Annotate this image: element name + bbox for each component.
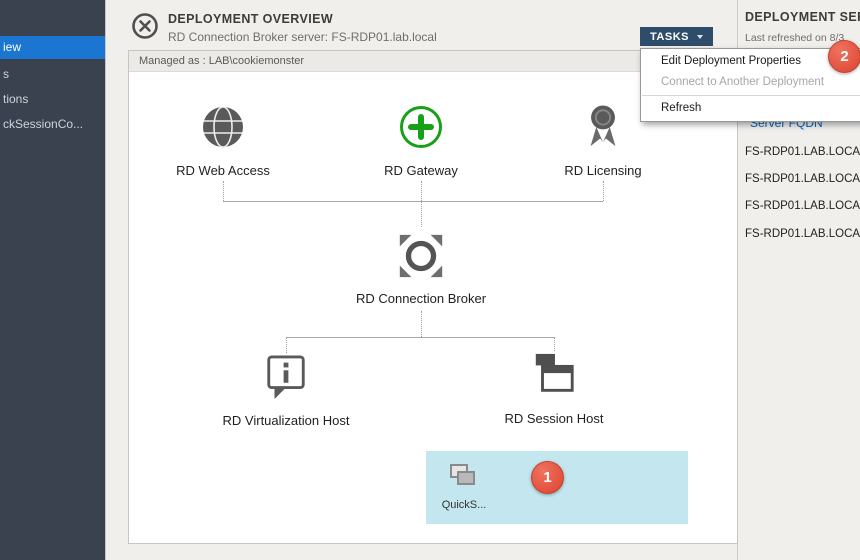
deployment-diagram-panel: Managed as : LAB\cookiemonster RD Web Ac… (128, 50, 738, 544)
sidebar-item-label: tions (3, 92, 28, 106)
connector-line (223, 181, 224, 201)
tasks-button[interactable]: TASKS (640, 27, 713, 46)
page-subtitle: RD Connection Broker server: FS-RDP01.la… (168, 30, 437, 44)
node-rd-gateway[interactable]: RD Gateway (341, 103, 501, 178)
node-rd-web-access[interactable]: RD Web Access (143, 103, 303, 178)
globe-icon (143, 103, 303, 151)
connector-line (286, 337, 287, 353)
tasks-menu: Edit Deployment Properties Connect to An… (640, 48, 860, 122)
deployment-overview-icon (131, 12, 159, 40)
connector-line (603, 181, 604, 201)
node-label: RD Web Access (143, 163, 303, 178)
sidebar-item-servers[interactable]: s (0, 64, 105, 85)
annotation-badge-1: 1 (531, 461, 564, 494)
page-title: DEPLOYMENT OVERVIEW (168, 12, 333, 26)
deployment-servers-title: DEPLOYMENT SERVERS (745, 10, 860, 24)
menu-separator (642, 95, 860, 96)
rds-left-nav: iew s tions ckSessionCo... (0, 0, 105, 560)
node-rd-virtualization-host[interactable]: RD Virtualization Host (206, 353, 366, 428)
connector-line (421, 201, 422, 227)
node-label: RD Virtualization Host (206, 413, 366, 428)
node-label: RD Connection Broker (341, 291, 501, 306)
collection-windows-icon (448, 461, 478, 491)
collection-label: QuickS... (434, 499, 494, 511)
add-plus-icon (341, 103, 501, 151)
node-label: RD Licensing (523, 163, 683, 178)
connector-line (554, 337, 555, 351)
node-label: RD Session Host (474, 411, 634, 426)
sidebar-item-label: ckSessionCo... (3, 117, 83, 131)
node-rd-session-host[interactable]: RD Session Host (474, 351, 634, 426)
connection-broker-icon (341, 229, 501, 283)
chevron-down-icon (697, 35, 703, 39)
sidebar-item-label: s (3, 67, 9, 81)
connector-line (223, 201, 603, 202)
connector-line (286, 337, 554, 338)
sidebar-divider (105, 0, 106, 560)
connector-line (421, 311, 422, 337)
server-manager-rds-screen: iew s tions ckSessionCo... DEPLOYMENT OV… (0, 0, 860, 560)
node-rd-connection-broker[interactable]: RD Connection Broker (341, 229, 501, 306)
menu-item-connect-to-another-deployment: Connect to Another Deployment (641, 72, 860, 93)
server-row[interactable]: FS-RDP01.LAB.LOCAL (745, 173, 860, 193)
menu-item-refresh[interactable]: Refresh (641, 98, 860, 119)
sidebar-item-label: iew (3, 40, 21, 54)
annotation-badge-2: 2 (828, 40, 860, 73)
node-label: RD Gateway (341, 163, 501, 178)
sidebar-item-overview[interactable]: iew (0, 36, 105, 59)
sidebar-item-collections[interactable]: tions (0, 89, 105, 110)
connector-line (421, 181, 422, 201)
server-row[interactable]: FS-RDP01.LAB.LOCAL (745, 146, 860, 166)
session-host-icon (474, 351, 634, 399)
server-row[interactable]: FS-RDP01.LAB.LOCAL (745, 200, 860, 220)
tasks-button-label: TASKS (650, 31, 689, 43)
info-bubble-icon (206, 353, 366, 401)
quick-session-collection-highlight[interactable]: QuickS... 1 (426, 451, 688, 524)
server-row[interactable]: FS-RDP01.LAB.LOCAL (745, 228, 860, 248)
sidebar-item-quicksessioncollection[interactable]: ckSessionCo... (0, 114, 105, 135)
